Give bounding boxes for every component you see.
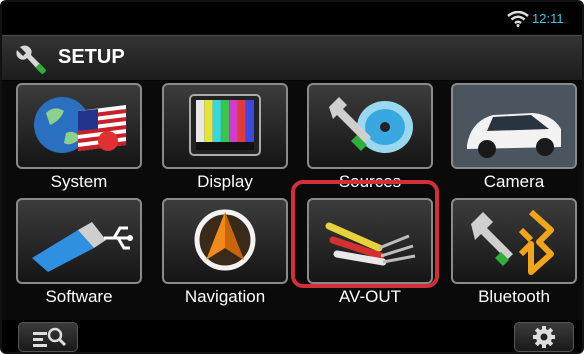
tile-sources[interactable]: Sources bbox=[307, 83, 433, 195]
tile-label: Camera bbox=[483, 172, 545, 191]
page-title: SETUP bbox=[58, 46, 125, 68]
tile-label: AV-OUT bbox=[338, 287, 402, 306]
tile-camera[interactable]: Camera bbox=[451, 83, 577, 195]
wifi-icon bbox=[507, 11, 529, 27]
tile-display[interactable]: Display bbox=[162, 83, 288, 195]
tile-label: Display bbox=[197, 172, 253, 191]
tile-label: Bluetooth bbox=[478, 287, 550, 306]
tile-label: Software bbox=[45, 287, 113, 306]
settings-button[interactable] bbox=[514, 322, 574, 352]
navigation-arrow-icon bbox=[194, 209, 256, 271]
tile-icon-frame bbox=[16, 83, 142, 169]
tile-system[interactable]: System bbox=[16, 83, 142, 195]
search-list-button[interactable] bbox=[18, 322, 78, 352]
tile-icon-frame bbox=[307, 83, 433, 169]
setup-screen: 12:11 SETUP System Display Sources Camer… bbox=[0, 0, 584, 354]
tile-label: System bbox=[50, 172, 108, 191]
gear-icon bbox=[533, 326, 555, 348]
car-camera-icon bbox=[453, 85, 575, 167]
selection-highlight bbox=[291, 180, 439, 288]
tile-bluetooth[interactable]: Bluetooth bbox=[451, 198, 577, 310]
bluetooth-icon bbox=[471, 209, 554, 275]
tile-label: Navigation bbox=[184, 287, 266, 306]
disc-wrench-icon bbox=[329, 97, 413, 153]
tile-icon-frame bbox=[16, 198, 142, 284]
status-bar bbox=[2, 2, 582, 34]
tile-icon-frame bbox=[162, 83, 288, 169]
search-list-icon bbox=[33, 327, 67, 347]
tile-navigation[interactable]: Navigation bbox=[162, 198, 288, 310]
usb-icon bbox=[32, 222, 133, 272]
wrench-icon bbox=[16, 45, 46, 74]
globe-flag-icon bbox=[34, 97, 127, 153]
tile-icon-frame bbox=[451, 83, 577, 169]
bottom-bar bbox=[2, 320, 582, 352]
tile-icon-frame bbox=[451, 198, 577, 284]
tile-software[interactable]: Software bbox=[16, 198, 142, 310]
clock: 12:11 bbox=[532, 11, 564, 26]
tile-icon-frame bbox=[162, 198, 288, 284]
color-bars-icon bbox=[189, 94, 261, 156]
